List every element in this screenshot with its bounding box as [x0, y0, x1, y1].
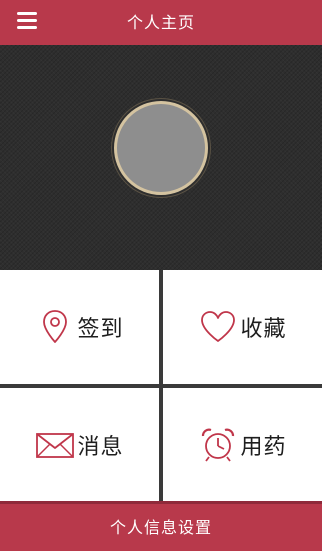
profile-settings-button[interactable]: 个人信息设置 — [0, 501, 322, 551]
medication-label: 用药 — [240, 434, 287, 460]
checkin-tile[interactable]: 签到 — [0, 270, 159, 384]
profile-banner — [0, 45, 322, 270]
header-bar: 个人主页 — [0, 0, 322, 45]
avatar[interactable] — [114, 101, 208, 195]
page-title: 个人主页 — [126, 13, 195, 32]
messages-label: 消息 — [77, 434, 124, 460]
alarm-clock-icon — [198, 425, 238, 465]
location-pin-icon — [35, 307, 75, 347]
favorites-label: 收藏 — [240, 317, 287, 342]
favorites-tile[interactable]: 收藏 — [163, 270, 322, 384]
medication-tile[interactable]: 用药 — [163, 388, 322, 501]
checkin-label: 签到 — [77, 317, 124, 342]
heart-icon — [198, 307, 238, 347]
profile-settings-label: 个人信息设置 — [109, 518, 212, 537]
messages-tile[interactable]: 消息 — [0, 388, 159, 501]
envelope-icon — [35, 425, 75, 465]
app-screen: 个人主页 签到 收藏 消息 用药 个人信息设置 — [0, 0, 322, 551]
feature-grid: 签到 收藏 消息 用药 — [0, 270, 322, 501]
menu-button[interactable] — [13, 9, 43, 33]
